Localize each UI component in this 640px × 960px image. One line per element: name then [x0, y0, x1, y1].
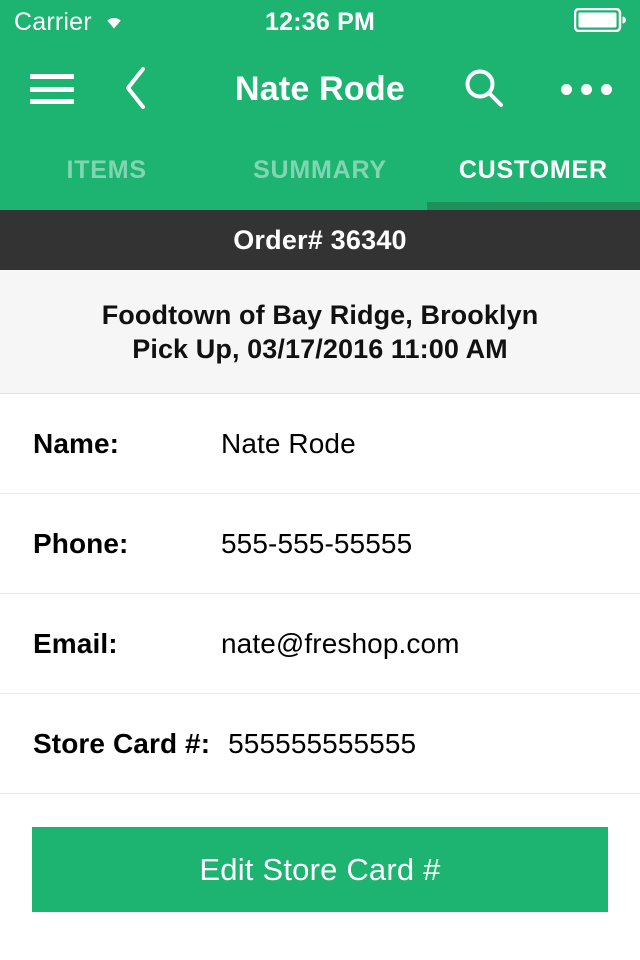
nav-bar: Nate Rode	[0, 44, 640, 134]
pickup-details: Pick Up, 03/17/2016 11:00 AM	[132, 334, 508, 365]
detail-row-phone: Phone: 555-555-55555	[0, 494, 640, 594]
search-icon	[463, 67, 505, 112]
tab-bar: ITEMS SUMMARY CUSTOMER	[0, 134, 640, 210]
page-title: Nate Rode	[235, 69, 405, 108]
battery-full-icon	[573, 7, 626, 37]
email-label: Email:	[33, 627, 118, 659]
more-horizontal-icon-dot3	[601, 83, 612, 95]
name-label: Name:	[33, 427, 120, 459]
status-bar-left: Carrier	[14, 7, 127, 36]
detail-row-email: Email: nate@freshop.com	[0, 594, 640, 694]
hamburger-menu-icon	[30, 74, 74, 104]
store-name: Foodtown of Bay Ridge, Brooklyn	[101, 300, 539, 330]
status-bar: Carrier 12:36 PM	[0, 0, 640, 44]
tab-items[interactable]: ITEMS	[0, 134, 213, 185]
active-tab-indicator	[427, 202, 640, 210]
menu-button[interactable]	[0, 74, 74, 104]
back-button[interactable]	[122, 64, 150, 115]
app-screen: Carrier 12:36 PM Nate Rode ITEMS SUMMARY…	[0, 0, 640, 960]
chevron-left-icon	[122, 64, 150, 115]
status-bar-right	[573, 7, 626, 37]
more-options-button[interactable]	[561, 83, 612, 95]
more-horizontal-icon	[561, 83, 572, 95]
store-info-block: Foodtown of Bay Ridge, Brooklyn Pick Up,…	[0, 270, 640, 394]
edit-store-card-button[interactable]: Edit Store Card #	[32, 827, 608, 912]
clock-label: 12:36 PM	[265, 7, 375, 36]
phone-label: Phone:	[33, 527, 129, 559]
tab-summary[interactable]: SUMMARY	[213, 134, 426, 185]
order-number-label: Order# 36340	[233, 224, 407, 255]
tab-customer[interactable]: CUSTOMER	[427, 134, 640, 185]
customer-details-list: Name: Nate Rode Phone: 555-555-55555 Ema…	[0, 394, 640, 794]
detail-row-name: Name: Nate Rode	[0, 394, 640, 494]
wifi-icon	[101, 10, 127, 34]
more-horizontal-icon-dot2	[581, 83, 592, 95]
detail-row-store-card: Store Card #: 555555555555	[0, 694, 640, 794]
email-value: nate@freshop.com	[221, 627, 460, 659]
order-number-bar: Order# 36340	[0, 210, 640, 270]
search-button[interactable]	[463, 67, 505, 112]
store-card-label: Store Card #:	[33, 727, 211, 759]
name-value: Nate Rode	[221, 427, 356, 459]
action-area: Edit Store Card #	[0, 794, 640, 960]
phone-value: 555-555-55555	[221, 527, 413, 559]
store-card-value: 555555555555	[228, 727, 417, 759]
carrier-label: Carrier	[14, 7, 92, 36]
header: Carrier 12:36 PM Nate Rode ITEMS SUMMARY…	[0, 0, 640, 210]
